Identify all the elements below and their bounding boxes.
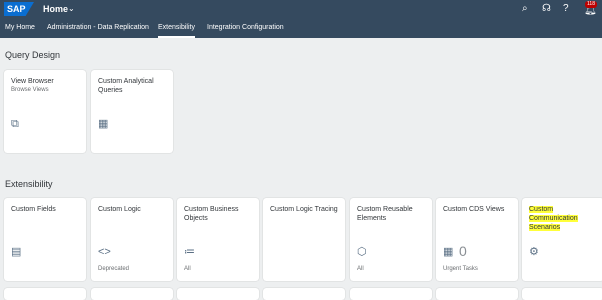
help-icon[interactable]: ? (563, 1, 569, 17)
search-icon[interactable]: ⌕ (522, 1, 528, 17)
kpi-value: 0 (459, 243, 467, 259)
tile-title: Custom Logic Tracing (270, 206, 338, 213)
gear-icon: ⚙ (529, 246, 539, 258)
tile-partial[interactable] (177, 288, 259, 300)
tile-partial[interactable] (436, 288, 518, 300)
code-icon: <> (98, 246, 111, 258)
tile-title: Custom Business Objects (184, 206, 239, 222)
section-title-query-design: Query Design (5, 50, 61, 60)
tile-title: Custom Communication Scenarios (529, 205, 600, 232)
tile-custom-logic[interactable]: Custom Logic <> Deprecated (91, 198, 173, 281)
tab-integration-configuration[interactable]: Integration Configuration (207, 18, 284, 38)
highlight: Custom Communication Scenarios (529, 206, 578, 231)
tile-custom-fields[interactable]: Custom Fields ▤ (4, 198, 86, 281)
section-title-extensibility: Extensibility (5, 179, 53, 189)
tile-custom-analytical-queries[interactable]: Custom Analytical Queries ▦ (91, 70, 173, 153)
tab-my-home[interactable]: My Home (5, 18, 35, 38)
table-gear-icon: ▦ (98, 118, 109, 130)
tile-custom-business-objects[interactable]: Custom Business Objects ≔ All (177, 198, 259, 281)
tile-footer: All (184, 266, 191, 272)
tile-partial[interactable] (350, 288, 432, 300)
tile-title: Custom Reusable Elements (357, 206, 413, 222)
tile-custom-logic-tracing[interactable]: Custom Logic Tracing (263, 198, 345, 281)
tile-custom-reusable-elements[interactable]: Custom Reusable Elements ⬡ All (350, 198, 432, 281)
tile-partial[interactable] (91, 288, 173, 300)
home-menu[interactable]: Home (43, 2, 68, 16)
tile-partial[interactable] (263, 288, 345, 300)
tile-footer: Urgent Tasks (443, 266, 478, 272)
tab-extensibility[interactable]: Extensibility (158, 18, 195, 38)
reusable-elements-icon: ⬡ (357, 246, 367, 258)
headset-icon[interactable]: ☊ (542, 1, 551, 17)
custom-fields-icon: ▤ (11, 246, 22, 258)
tile-custom-cds-views[interactable]: Custom CDS Views ▦ 0 Urgent Tasks (436, 198, 518, 281)
shell-bar: SAP Home ⌄ ⌕ ☊ ? 🔔︎ 118 (0, 0, 602, 18)
tile-footer: All (357, 266, 364, 272)
chevron-down-icon[interactable]: ⌄ (68, 2, 75, 16)
notification-badge: 118 (585, 1, 597, 8)
tab-bar: My Home Administration - Data Replicatio… (0, 18, 602, 38)
tile-title: Custom Analytical Queries (98, 78, 154, 94)
view-browser-icon: ⧉ (11, 118, 19, 130)
business-objects-icon: ≔ (184, 246, 195, 258)
sap-logo[interactable]: SAP (4, 2, 34, 16)
tile-partial[interactable] (522, 288, 602, 300)
tile-title: Custom Fields (11, 206, 56, 213)
table-gear-icon: ▦ (443, 246, 454, 258)
tile-title: Custom Logic (98, 206, 141, 213)
tile-custom-communication-scenarios[interactable]: Custom Communication Scenarios ⚙ (522, 198, 602, 281)
tile-subtitle: Browse Views (11, 87, 49, 93)
tile-view-browser[interactable]: View Browser Browse Views ⧉ (4, 70, 86, 153)
tile-title: Custom CDS Views (443, 206, 505, 213)
tile-footer: Deprecated (98, 266, 130, 272)
tile-partial[interactable] (4, 288, 86, 300)
tile-title: View Browser (11, 78, 54, 85)
tab-administration-data-replication[interactable]: Administration - Data Replication (47, 18, 149, 38)
